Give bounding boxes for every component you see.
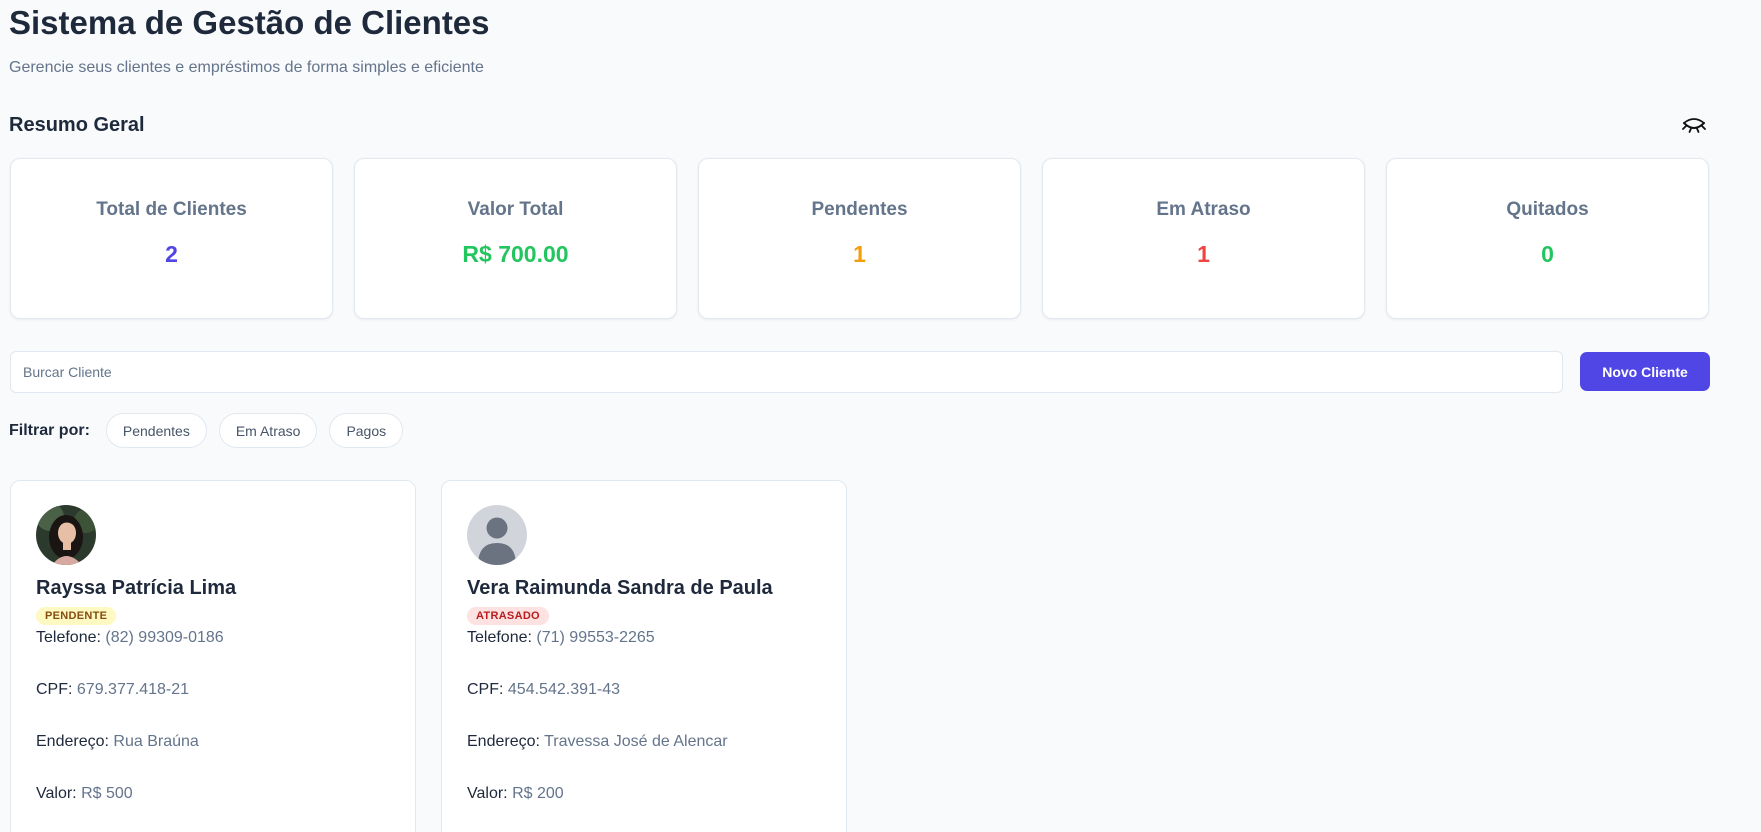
stat-value: 1 bbox=[853, 241, 866, 267]
value-label: Valor: bbox=[467, 785, 508, 802]
address-value: Travessa José de Alencar bbox=[544, 733, 728, 750]
value-amount: R$ 200 bbox=[512, 785, 564, 802]
phone-value: (82) 99309-0186 bbox=[105, 629, 224, 646]
stat-card-total-value: Valor Total R$ 700.00 bbox=[354, 158, 677, 319]
client-value: Valor: R$ 500 bbox=[36, 785, 415, 832]
filter-late-button[interactable]: Em Atraso bbox=[218, 413, 318, 448]
stat-card-total-clients: Total de Clientes 2 bbox=[10, 158, 333, 319]
client-value: Valor: R$ 200 bbox=[467, 785, 846, 832]
cpf-label: CPF: bbox=[36, 681, 73, 698]
address-label: Endereço: bbox=[36, 733, 109, 750]
new-client-button[interactable]: Novo Cliente bbox=[1580, 352, 1710, 391]
eye-closed-icon[interactable] bbox=[1680, 114, 1708, 138]
stat-value: 0 bbox=[1541, 241, 1554, 267]
filter-paid-button[interactable]: Pagos bbox=[329, 413, 404, 448]
stat-label: Valor Total bbox=[467, 199, 564, 220]
client-cpf: CPF: 679.377.418-21 bbox=[36, 681, 415, 733]
client-phone: Telefone: (71) 99553-2265 bbox=[467, 629, 846, 681]
stat-value: 2 bbox=[165, 241, 178, 267]
value-label: Valor: bbox=[36, 785, 77, 802]
phone-value: (71) 99553-2265 bbox=[536, 629, 655, 646]
filter-bar: Filtrar por: Pendentes Em Atraso Pagos bbox=[9, 413, 415, 448]
stat-label: Quitados bbox=[1506, 199, 1589, 220]
filter-pending-button[interactable]: Pendentes bbox=[105, 413, 207, 448]
stat-card-late: Em Atraso 1 bbox=[1042, 158, 1365, 319]
cpf-value: 454.542.391-43 bbox=[507, 681, 621, 698]
client-name: Vera Raimunda Sandra de Paula bbox=[467, 577, 773, 599]
client-address: Endereço: Travessa José de Alencar bbox=[467, 733, 846, 785]
stat-label: Pendentes bbox=[811, 199, 908, 220]
status-badge: ATRASADO bbox=[467, 607, 549, 625]
page-subtitle: Gerencie seus clientes e empréstimos de … bbox=[9, 59, 484, 76]
avatar-placeholder-icon bbox=[467, 505, 527, 565]
client-name: Rayssa Patrícia Lima bbox=[36, 577, 237, 599]
stat-card-paid: Quitados 0 bbox=[1386, 158, 1709, 319]
address-value: Rua Braúna bbox=[113, 733, 199, 750]
page-title: Sistema de Gestão de Clientes bbox=[9, 4, 490, 41]
avatar bbox=[36, 505, 96, 565]
address-label: Endereço: bbox=[467, 733, 540, 750]
stat-label: Total de Clientes bbox=[96, 199, 247, 220]
value-amount: R$ 500 bbox=[81, 785, 133, 802]
summary-title: Resumo Geral bbox=[9, 114, 145, 136]
stat-label: Em Atraso bbox=[1156, 199, 1251, 220]
client-card[interactable]: Rayssa Patrícia Lima PENDENTE Telefone: … bbox=[10, 480, 416, 832]
phone-label: Telefone: bbox=[467, 629, 532, 646]
status-badge: PENDENTE bbox=[36, 607, 117, 625]
client-cpf: CPF: 454.542.391-43 bbox=[467, 681, 846, 733]
client-address: Endereço: Rua Braúna bbox=[36, 733, 415, 785]
search-input[interactable] bbox=[10, 351, 1563, 393]
stat-value: R$ 700.00 bbox=[462, 241, 569, 267]
stat-value: 1 bbox=[1197, 241, 1210, 267]
client-phone: Telefone: (82) 99309-0186 bbox=[36, 629, 415, 681]
phone-label: Telefone: bbox=[36, 629, 101, 646]
stat-card-pending: Pendentes 1 bbox=[698, 158, 1021, 319]
cpf-label: CPF: bbox=[467, 681, 504, 698]
cpf-value: 679.377.418-21 bbox=[76, 681, 190, 698]
client-card[interactable]: Vera Raimunda Sandra de Paula ATRASADO T… bbox=[441, 480, 847, 832]
filter-label: Filtrar por: bbox=[9, 421, 90, 439]
summary-cards: Total de Clientes 2 Valor Total R$ 700.0… bbox=[10, 158, 1709, 319]
